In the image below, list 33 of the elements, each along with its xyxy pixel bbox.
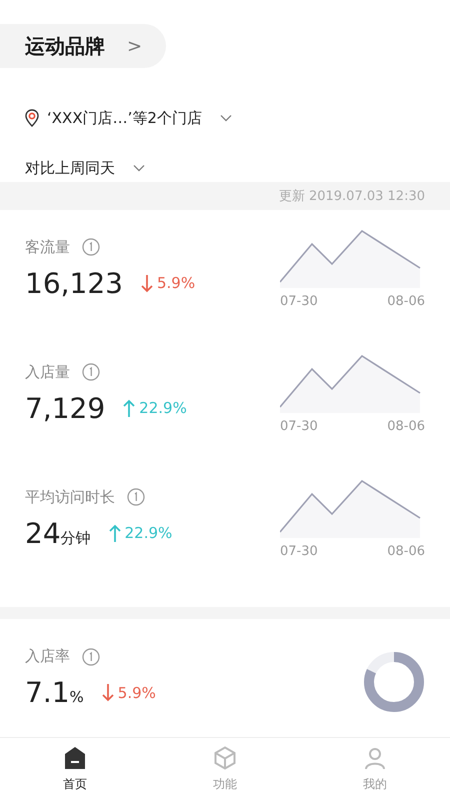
brand-selector[interactable]: 运动品牌 > bbox=[0, 24, 166, 68]
axis-label: 08-06 bbox=[387, 294, 425, 309]
axis-label: 08-06 bbox=[387, 418, 425, 434]
axis-label: 07-30 bbox=[280, 294, 318, 309]
change-percent: 22.9% bbox=[139, 399, 187, 418]
person-icon bbox=[363, 746, 387, 770]
info-icon bbox=[82, 238, 100, 256]
metric-value: 7,129 bbox=[25, 392, 106, 425]
change-percent: 5.9% bbox=[118, 684, 156, 702]
compare-selector[interactable]: 对比上周同天 bbox=[0, 156, 450, 180]
store-selector[interactable]: ‘XXX门店…’等2个门店 bbox=[0, 106, 450, 130]
change-percent: 5.9% bbox=[156, 274, 196, 292]
metric-label: 入店量 bbox=[25, 362, 70, 382]
metric-label: 入店率 bbox=[25, 647, 70, 666]
axis-label: 08-06 bbox=[387, 544, 425, 559]
metric-value: 24分钟 bbox=[25, 516, 91, 550]
metric-value: 7.1% bbox=[25, 676, 84, 710]
box-icon bbox=[213, 746, 237, 770]
info-icon bbox=[127, 488, 145, 506]
axis-label: 07-30 bbox=[280, 544, 318, 559]
chevron-down-icon bbox=[133, 164, 145, 172]
location-pin-icon bbox=[25, 109, 39, 127]
home-icon bbox=[63, 746, 87, 770]
info-icon bbox=[82, 648, 100, 666]
chevron-down-icon bbox=[220, 114, 232, 122]
info-icon bbox=[82, 363, 100, 382]
axis-label: 07-30 bbox=[280, 418, 318, 434]
metric-label: 客流量 bbox=[25, 238, 70, 257]
change-percent: 22.9% bbox=[124, 524, 172, 542]
metric-label: 平均访问时长 bbox=[25, 488, 115, 507]
update-time: 更新 2019.07.03 12:30 bbox=[278, 188, 425, 205]
nav-tab[interactable]: 首页 bbox=[35, 746, 115, 793]
metric-value: 16,123 bbox=[25, 266, 123, 300]
